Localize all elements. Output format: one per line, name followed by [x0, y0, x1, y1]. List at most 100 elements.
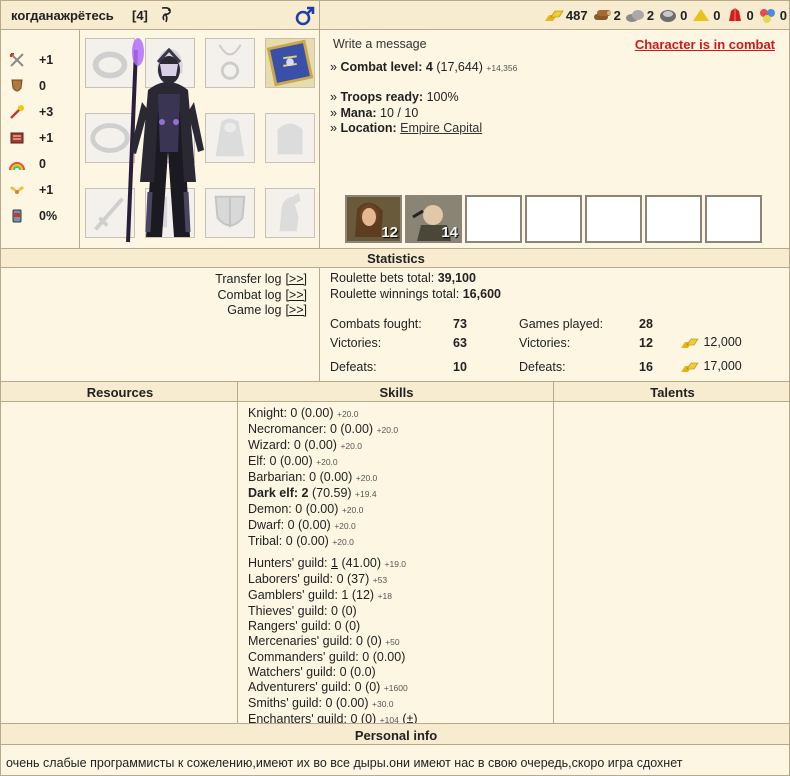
personal-info-header: Personal info — [0, 723, 790, 745]
guild-row: Smiths' guild: 0 (0.00) +30.0 — [248, 696, 418, 712]
combat-exp: (17,644) — [436, 60, 483, 74]
skill-list: Knight: 0 (0.00) +20.0 Necromancer: 0 (0.… — [248, 406, 398, 550]
resource-gold: 487 — [544, 7, 588, 23]
skill-points: (0.00) — [340, 422, 374, 436]
log-open-link[interactable]: [>>] — [285, 303, 307, 317]
guild-points: (0.00) — [335, 696, 369, 710]
skill-row: Elf: 0 (0.00) +20.0 — [248, 454, 398, 470]
skill-name: Dark elf: — [248, 486, 299, 500]
dark-elf-faction-icon — [159, 6, 175, 24]
defense-shield-icon — [9, 78, 25, 94]
roulette-bets-row: Roulette bets total: 39,100 — [330, 271, 476, 285]
skill-row: Tribal: 0 (0.00) +20.0 — [248, 534, 398, 550]
skill-bonus: +20.0 — [334, 521, 356, 531]
army-slot-3[interactable] — [465, 195, 522, 243]
backpack-slot-icon[interactable] — [265, 113, 315, 163]
resources-title: Resources — [86, 385, 154, 400]
personal-info-text: очень слабые программисты к сожелению,им… — [6, 756, 683, 770]
guild-bonus: +1600 — [383, 683, 408, 693]
army-slot-4[interactable] — [525, 195, 582, 243]
skill-row: Demon: 0 (0.00) +20.0 — [248, 502, 398, 518]
game-defeats-label: Defeats: — [519, 360, 566, 374]
log-row: Game log [>>] — [215, 303, 307, 319]
games-value: 28 — [639, 317, 653, 331]
guild-row: Mercenaries' guild: 0 (0) +50 — [248, 634, 418, 650]
log-open-link[interactable]: [>>] — [285, 288, 307, 302]
guild-bonus: +53 — [372, 575, 388, 585]
mercury-icon — [658, 7, 680, 23]
luck-rainbow-icon — [9, 156, 25, 172]
tavern-cup-icon — [9, 208, 25, 224]
personal-info-body: очень слабые программисты к сожелению,им… — [0, 744, 790, 776]
guild-name: Watchers' guild: — [248, 665, 337, 679]
location-link[interactable]: Empire Capital — [400, 121, 482, 135]
guild-bonus: +30.0 — [372, 699, 394, 709]
player-level: [4] — [132, 8, 148, 23]
guild-name: Smiths' guild: — [248, 696, 322, 710]
guild-name: Rangers' guild: — [248, 619, 331, 633]
army-slot-5[interactable] — [585, 195, 642, 243]
army-slot-1[interactable]: 12 — [345, 195, 402, 243]
equipment-panel — [79, 29, 320, 249]
army-count-2: 14 — [441, 224, 458, 241]
skill-level: 0 — [309, 470, 317, 484]
guild-row: Gamblers' guild: 1 (12) +18 — [248, 588, 418, 604]
skills-column: Knight: 0 (0.00) +20.0 Necromancer: 0 (0.… — [237, 401, 554, 726]
mana-value: 10 / 10 — [380, 106, 419, 120]
sulfur-icon — [691, 7, 713, 23]
knowledge-book-icon — [9, 130, 25, 146]
talents-header: Talents — [553, 381, 790, 402]
write-message-link[interactable]: Write a message — [333, 37, 427, 51]
resource-wood: 2 — [592, 7, 621, 23]
army-count-1: 12 — [381, 224, 398, 241]
game-victories-value: 12 — [639, 336, 653, 350]
resource-sulfur: 0 — [691, 7, 721, 23]
horse-slot-icon[interactable] — [265, 188, 315, 238]
char-stat-value: +1 — [39, 183, 54, 197]
resource-value: 2 — [646, 7, 655, 23]
army-slot-6[interactable] — [645, 195, 702, 243]
resource-value: 2 — [613, 7, 621, 23]
guild-level: 1 — [341, 588, 349, 602]
combat-level-value: 4 — [425, 60, 433, 74]
spellbook-icon[interactable] — [265, 38, 315, 88]
skill-level: 2 — [301, 486, 309, 500]
roulette-win-label: Roulette winnings total: — [330, 287, 460, 301]
troops-row: » Troops ready: 100% — [330, 90, 459, 104]
guild-points: (0.0) — [350, 665, 376, 679]
char-stat-value: 0 — [39, 157, 46, 171]
player-name[interactable]: когданажрётесь — [11, 8, 114, 23]
log-row: Transfer log [>>] — [215, 272, 307, 288]
statistics-header: Statistics — [0, 248, 790, 268]
gold-icon — [680, 360, 700, 374]
resources-column — [0, 401, 238, 724]
gold-icon — [680, 336, 700, 350]
log-label: Transfer log — [215, 272, 282, 286]
army-slot-7[interactable] — [705, 195, 762, 243]
ore-icon — [625, 7, 647, 23]
gold-icon — [544, 7, 566, 23]
guild-row: Rangers' guild: 0 (0) — [248, 619, 418, 634]
skill-row: Dark elf: 2 (70.59) +19.4 — [248, 486, 398, 502]
combat-level-label: Combat level: — [340, 60, 423, 74]
crystal-icon — [725, 7, 747, 23]
skill-row: Necromancer: 0 (0.00) +20.0 — [248, 422, 398, 438]
skill-row: Barbarian: 0 (0.00) +20.0 — [248, 470, 398, 486]
guild-level: 0 — [339, 665, 347, 679]
skill-name: Tribal: — [248, 534, 283, 548]
game-defeats-value: 16 — [639, 360, 653, 374]
army-slot-2[interactable]: 14 — [405, 195, 462, 243]
guild-level[interactable]: 1 — [331, 556, 338, 570]
guild-level: 0 — [331, 604, 338, 618]
resource-value: 0 — [779, 7, 787, 23]
roulette-win-row: Roulette winnings total: 16,600 — [330, 287, 501, 301]
gem-icon — [758, 7, 780, 23]
skill-bonus: +20.0 — [332, 537, 354, 547]
roulette-bets-label: Roulette bets total: — [330, 271, 435, 285]
skill-bonus: +20.0 — [340, 441, 362, 451]
skill-row: Wizard: 0 (0.00) +20.0 — [248, 438, 398, 454]
log-open-link[interactable]: [>>] — [285, 272, 307, 286]
combat-status-link[interactable]: Character is in combat — [635, 37, 775, 52]
char-stat-value: +1 — [39, 53, 54, 67]
location-label: Location: — [340, 121, 397, 135]
